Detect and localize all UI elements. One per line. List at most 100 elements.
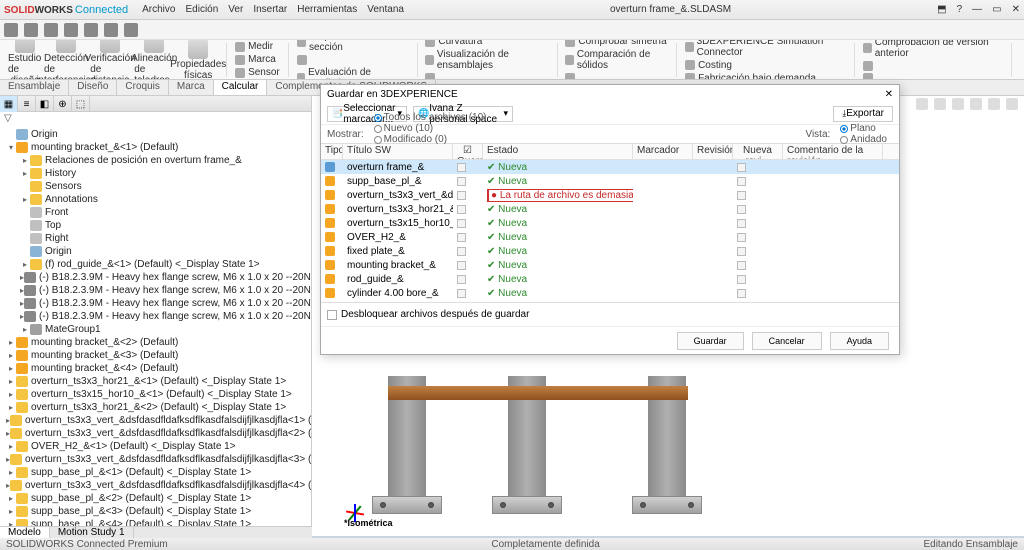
table-row[interactable]: supp_base_pl_&Nueva [321, 174, 899, 188]
tree-item[interactable]: ▸overturn_ts3x3_hor21_&<1> (Default) <_D… [0, 375, 311, 388]
table-row[interactable]: fixed plate_&Nueva [321, 244, 899, 258]
tree-item[interactable]: ▸mounting bracket_&<3> (Default) [0, 349, 311, 362]
newrev-checkbox[interactable] [737, 275, 746, 284]
ribbon-small[interactable]: 3DEXPERIENCE Simulation Connector [685, 40, 846, 58]
table-row[interactable]: overturn_ts3x3_vert_&dsfdasfldfa...La ru… [321, 188, 899, 202]
expand-icon[interactable]: ▸ [20, 325, 30, 334]
filter-radio[interactable]: Todos los archivos (10) [374, 112, 487, 123]
tree-tab-other-icon[interactable]: ⬚ [72, 96, 90, 112]
menu-archivo[interactable]: Archivo [142, 4, 175, 15]
expand-icon[interactable]: ▸ [6, 377, 16, 386]
col-comentario[interactable]: Comentario de la revisión [783, 144, 883, 159]
newrev-checkbox[interactable] [737, 205, 746, 214]
menu-ventana[interactable]: Ventana [367, 4, 404, 15]
table-row[interactable]: rod_guide_&Nueva [321, 272, 899, 286]
tree-item[interactable]: ▸MateGroup1 [0, 323, 311, 336]
newrev-checkbox[interactable] [737, 191, 746, 200]
notification-icon[interactable]: ⬒ [937, 4, 946, 15]
tree-item[interactable]: ▸overturn_ts3x15_hor10_&<1> (Default) <_… [0, 388, 311, 401]
save-checkbox[interactable] [457, 205, 466, 214]
tree-item[interactable]: ▸overturn_ts3x3_vert_&dsfdasdfldafksdflk… [0, 479, 311, 492]
ribbon-detección-de[interactable]: Detección deinterferencias [46, 40, 86, 80]
menu-ver[interactable]: Ver [228, 4, 243, 15]
tree-item[interactable]: ▸OVER_H2_&<1> (Default) <_Display State … [0, 440, 311, 453]
table-row[interactable]: overturn_ts3x15_hor10_&Nueva [321, 216, 899, 230]
save-checkbox[interactable] [457, 233, 466, 242]
ribbon-small[interactable]: Visualización de ensamblajes [425, 49, 548, 71]
file-table[interactable]: Tipo Título SW ☑ Guard... Estado Marcado… [321, 143, 899, 303]
tree-item[interactable]: ▸supp_base_pl_&<1> (Default) <_Display S… [0, 466, 311, 479]
qat-settings-icon[interactable] [124, 23, 138, 37]
ribbon-small[interactable]: Medir [235, 41, 280, 52]
newrev-checkbox[interactable] [737, 261, 746, 270]
table-row[interactable]: mounting bracket_&Nueva [321, 258, 899, 272]
ribbon-small[interactable]: Sensor [235, 67, 280, 78]
expand-icon[interactable]: ▸ [6, 351, 16, 360]
export-button[interactable]: ⤓ Exportar [833, 106, 893, 122]
newrev-checkbox[interactable] [737, 177, 746, 186]
table-row[interactable]: overturn frame_&Nueva [321, 160, 899, 174]
tree-item[interactable]: Origin [0, 245, 311, 258]
feature-tree[interactable]: Origin ▾mounting bracket_&<1> (Default) ▸… [0, 126, 311, 536]
qat-save-icon[interactable] [44, 23, 58, 37]
menu-insertar[interactable]: Insertar [253, 4, 287, 15]
col-estado[interactable]: Estado [483, 144, 633, 159]
tree-item[interactable]: ▸overturn_ts3x3_vert_&dsfdasdfldafksdflk… [0, 427, 311, 440]
tree-item[interactable]: ▸(f) rod_guide_&<1> (Default) <_Display … [0, 258, 311, 271]
tree-tab-property-icon[interactable]: ≡ [18, 96, 36, 112]
col-nuevarev[interactable]: Nueva revi... [733, 144, 783, 159]
ribbon-propiedades[interactable]: Propiedadesfísicas [178, 40, 218, 80]
tree-item[interactable]: ▾mounting bracket_&<1> (Default) [0, 141, 311, 154]
help-icon[interactable]: ? [957, 4, 963, 15]
ribbon-small[interactable]: Comparación de sólidos [565, 49, 668, 71]
col-tipo[interactable]: Tipo [321, 144, 343, 159]
newrev-checkbox[interactable] [737, 247, 746, 256]
table-row[interactable]: OVER_H2_&Nueva [321, 230, 899, 244]
tree-item[interactable]: Sensors [0, 180, 311, 193]
tree-item[interactable]: ▸supp_base_pl_&<3> (Default) <_Display S… [0, 505, 311, 518]
tree-item[interactable]: ▸Relaciones de posición en overturn fram… [0, 154, 311, 167]
tree-tab-display-icon[interactable]: ⊕ [54, 96, 72, 112]
tree-item[interactable]: ▸overturn_ts3x3_hor21_&<2> (Default) <_D… [0, 401, 311, 414]
unlock-checkbox[interactable] [327, 310, 337, 320]
expand-icon[interactable]: ▸ [6, 442, 16, 451]
menu-edición[interactable]: Edición [185, 4, 218, 15]
qat-new-icon[interactable] [4, 23, 18, 37]
tree-item[interactable]: ▸overturn_ts3x3_vert_&dsfdasdfldafksdflk… [0, 453, 311, 466]
ribbon-small[interactable]: Comprobación de versión anterior [863, 40, 1003, 59]
ribbon-small[interactable]: Evaluación de rendimiento [297, 67, 409, 81]
expand-icon[interactable]: ▸ [6, 507, 16, 516]
col-revision[interactable]: Revisión [693, 144, 733, 159]
save-checkbox[interactable] [457, 177, 466, 186]
expand-icon[interactable]: ▸ [6, 403, 16, 412]
expand-icon[interactable]: ▾ [6, 143, 16, 152]
ribbon-small[interactable]: Propiedades de sección [297, 40, 409, 53]
filter-radio[interactable]: Nuevo (10) [374, 123, 487, 134]
save-button[interactable]: Guardar [677, 332, 744, 350]
close-icon[interactable]: ✕ [1012, 4, 1020, 15]
table-row[interactable]: cylinder 4.00 bore_&Nueva [321, 286, 899, 300]
ribbon-alineación[interactable]: Alineaciónde taladros [134, 40, 174, 80]
expand-icon[interactable]: ▸ [6, 468, 16, 477]
tree-item[interactable]: ▸overturn_ts3x3_vert_&dsfdasdfldafksdflk… [0, 414, 311, 427]
newrev-checkbox[interactable] [737, 163, 746, 172]
newrev-checkbox[interactable] [737, 233, 746, 242]
newrev-checkbox[interactable] [737, 289, 746, 298]
save-checkbox[interactable] [457, 261, 466, 270]
dialog-close-icon[interactable]: ✕ [885, 89, 893, 100]
expand-icon[interactable]: ▸ [20, 260, 30, 269]
expand-icon[interactable]: ▸ [6, 364, 16, 373]
qat-redo-icon[interactable] [104, 23, 118, 37]
ribbon-small[interactable]: Comprobar simetría [565, 40, 668, 47]
qat-undo-icon[interactable] [84, 23, 98, 37]
help-button[interactable]: Ayuda [830, 332, 889, 350]
col-guardar[interactable]: ☑ Guard... [453, 144, 483, 159]
cancel-button[interactable]: Cancelar [752, 332, 822, 350]
save-checkbox[interactable] [457, 275, 466, 284]
expand-icon[interactable]: ▸ [6, 494, 16, 503]
expand-icon[interactable]: ▸ [20, 156, 30, 165]
unlock-checkbox-row[interactable]: Desbloquear archivos después de guardar [321, 303, 899, 326]
minimize-icon[interactable]: — [972, 4, 982, 15]
expand-icon[interactable]: ▸ [6, 390, 16, 399]
tab-ensamblaje[interactable]: Ensamblaje [0, 80, 69, 95]
